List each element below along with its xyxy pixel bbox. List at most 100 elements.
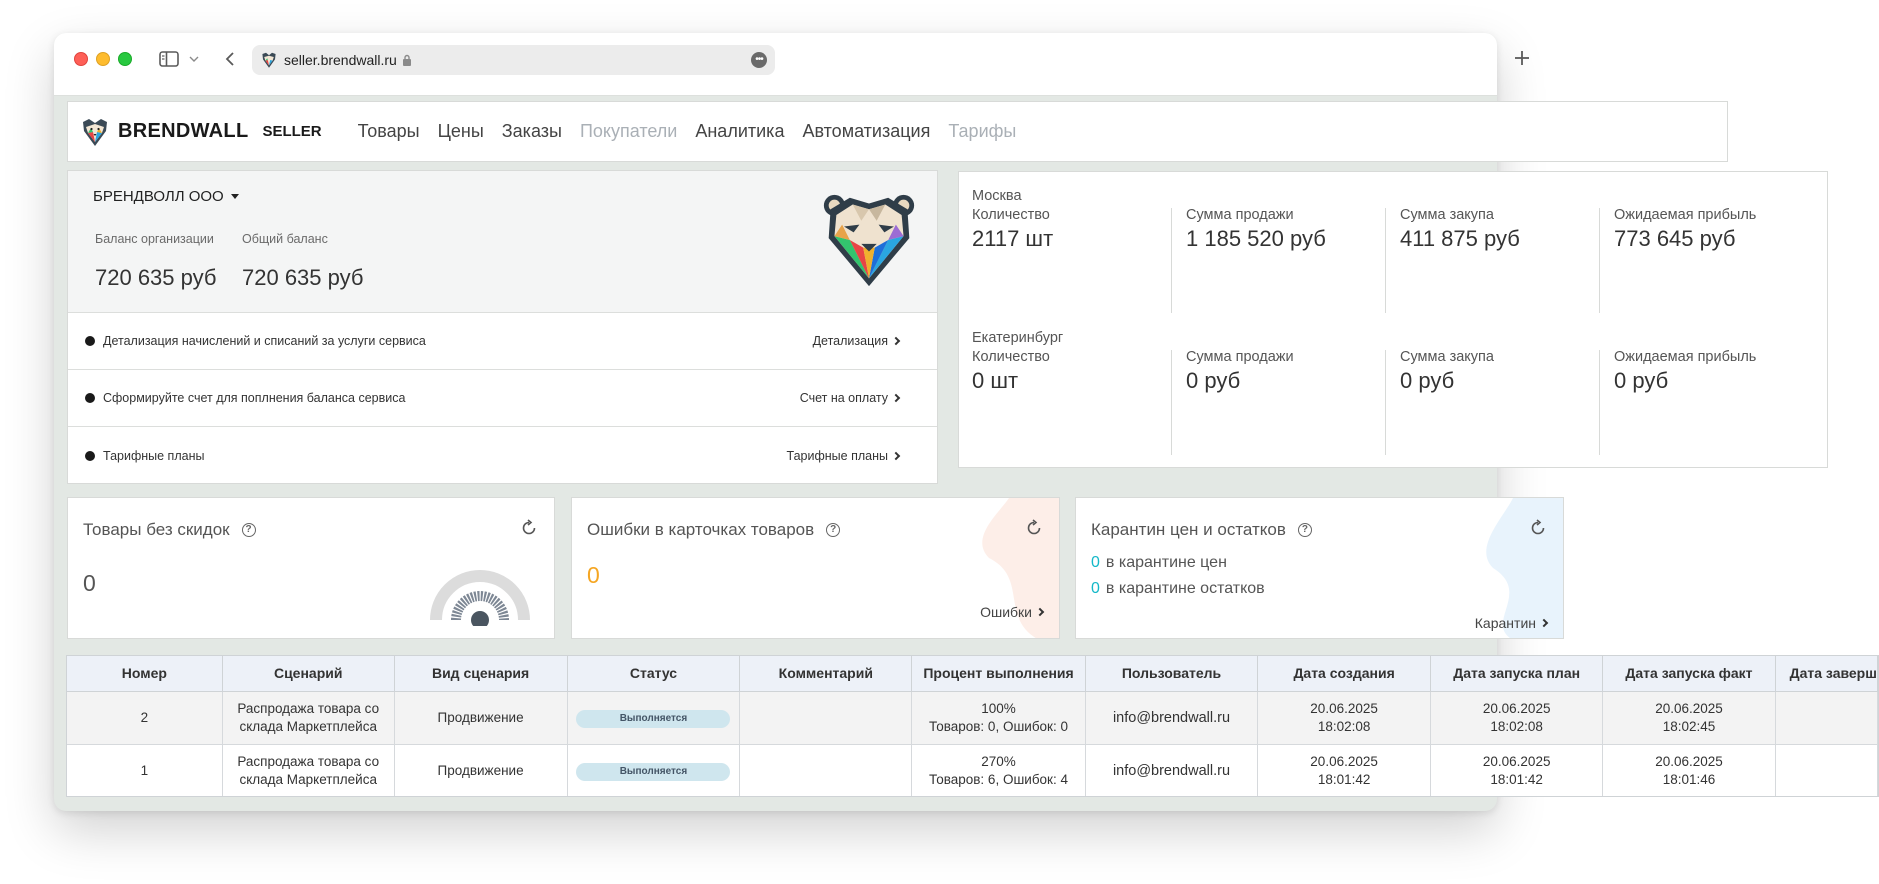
nav-item-analytics[interactable]: Аналитика xyxy=(695,121,784,142)
column-header[interactable]: Комментарий xyxy=(739,656,913,692)
help-icon[interactable]: ? xyxy=(826,523,841,537)
more-icon[interactable]: ••• xyxy=(751,52,767,68)
city-name: Москва xyxy=(972,188,1022,204)
stat-value: 1 185 520 руб xyxy=(1186,226,1326,251)
cell-created: 20.06.2025 18:01:42 xyxy=(1257,744,1432,796)
column-header[interactable]: Процент выполнения xyxy=(911,656,1086,692)
refresh-icon[interactable] xyxy=(520,519,538,537)
column-header[interactable]: Дата создания xyxy=(1257,656,1432,692)
bear-logo-icon xyxy=(83,118,107,146)
stat-label: Сумма закупа xyxy=(1400,207,1494,223)
chevron-down-icon[interactable] xyxy=(188,53,200,65)
org-selector[interactable]: БРЕНДВОЛЛ ООО xyxy=(93,188,239,205)
quarantine-stock-count: 0 xyxy=(1091,580,1100,597)
refresh-icon[interactable] xyxy=(1025,519,1043,537)
plan-date: 20.06.2025 xyxy=(1482,700,1551,716)
column-header[interactable]: Пользователь xyxy=(1085,656,1259,692)
stat-label: Ожидаемая прибыль xyxy=(1614,207,1757,223)
widget-value: 0 xyxy=(83,570,96,596)
cell-end xyxy=(1775,691,1878,745)
chevron-right-icon xyxy=(891,451,901,460)
widget-title: Карантин цен и остатков ? xyxy=(1091,520,1312,540)
balance-row-text: Детализация начислений и списаний за усл… xyxy=(103,334,426,348)
stat-sales-sum: Сумма продажи 1 185 520 руб xyxy=(1186,207,1386,252)
help-icon[interactable]: ? xyxy=(241,523,256,537)
quarantine-stock: 0 в карантине остатков xyxy=(1091,580,1265,598)
balance-row-text: Сформируйте счет для поплнения баланса с… xyxy=(103,391,406,405)
fact-time: 18:02:45 xyxy=(1662,718,1716,734)
maximize-window-button[interactable] xyxy=(118,52,132,66)
nav-item-customers: Покупатели xyxy=(579,121,678,141)
quarantine-link[interactable]: Карантин xyxy=(1475,615,1549,631)
url-text: seller.brendwall.ru xyxy=(284,52,397,68)
cell-scenario: Распродажа товара со склада Маркетплейса xyxy=(222,744,395,796)
created-time: 18:02:08 xyxy=(1317,718,1371,734)
percent-value: 270% xyxy=(981,753,1016,769)
stat-quantity: Количество 2117 шт xyxy=(972,207,1172,252)
invoice-link[interactable]: Счет на оплату xyxy=(799,391,901,405)
address-bar[interactable]: seller.brendwall.ru ••• xyxy=(252,45,775,75)
widget-no-discount: Товары без скидок ? 0 xyxy=(67,497,555,639)
nav-item-automation[interactable]: Автоматизация xyxy=(802,121,930,142)
stat-value: 0 руб xyxy=(1186,368,1241,393)
cell-number: 1 xyxy=(67,744,223,796)
back-icon[interactable] xyxy=(223,50,237,68)
column-header[interactable]: Дата запуска факт xyxy=(1602,656,1776,692)
chevron-right-icon xyxy=(1035,607,1045,617)
widget-value: 0 xyxy=(587,562,600,588)
column-header[interactable]: Дата заверш xyxy=(1775,656,1878,692)
details-link[interactable]: Детализация xyxy=(813,334,901,348)
errors-link[interactable]: Ошибки xyxy=(980,604,1045,620)
nav-item-prices[interactable]: Цены xyxy=(438,121,484,142)
nav-item-products[interactable]: Товары xyxy=(358,121,420,142)
city-name: Екатеринбург xyxy=(972,330,1064,346)
stat-label: Количество xyxy=(972,349,1050,365)
scenarios-grid: Номер Сценарий Вид сценария Статус Комме… xyxy=(67,656,1878,796)
refresh-icon[interactable] xyxy=(1529,519,1547,537)
minimize-window-button[interactable] xyxy=(96,52,110,66)
percent-detail: Товаров: 0, Ошибок: 0 xyxy=(929,718,1068,734)
new-tab-icon[interactable] xyxy=(1513,49,1531,67)
bear-logo-icon xyxy=(823,194,915,287)
created-date: 20.06.2025 xyxy=(1310,700,1378,716)
balance-row-tariffs: Тарифные планы Тарифные планы xyxy=(68,427,937,484)
percent-detail: Товаров: 6, Ошибок: 4 xyxy=(929,771,1068,787)
widget-card-errors: Ошибки в карточках товаров ? 0 Ошибки xyxy=(571,497,1060,639)
plan-time: 18:01:42 xyxy=(1490,771,1543,787)
column-header[interactable]: Статус xyxy=(567,656,741,692)
gauge-icon xyxy=(430,570,530,626)
close-window-button[interactable] xyxy=(74,52,88,66)
stat-purchase-sum: Сумма закупа 411 875 руб xyxy=(1400,207,1600,252)
cell-status: Выполняется xyxy=(567,744,741,796)
caret-down-icon xyxy=(230,194,239,199)
cell-number: 2 xyxy=(67,691,223,745)
quarantine-prices-count: 0 xyxy=(1091,554,1100,571)
table-row[interactable]: 1 Распродажа товара со склада Маркетплей… xyxy=(67,744,1878,796)
invoice-link-label: Счет на оплату xyxy=(799,391,888,405)
column-header[interactable]: Сценарий xyxy=(222,656,395,692)
sidebar-toggle-icon[interactable] xyxy=(158,49,180,69)
created-date: 20.06.2025 xyxy=(1310,753,1378,769)
table-row[interactable]: 2 Распродажа товара со склада Маркетплей… xyxy=(67,691,1878,745)
bear-logo-icon xyxy=(262,52,276,68)
brand[interactable]: BRENDWALL SELLER xyxy=(80,117,322,147)
divider xyxy=(1599,208,1600,313)
column-header[interactable]: Номер xyxy=(67,656,223,692)
chevron-right-icon xyxy=(891,336,901,346)
quarantine-prices: 0 в карантине цен xyxy=(1091,554,1227,572)
bullet-icon xyxy=(85,393,95,403)
cell-comment xyxy=(739,691,913,745)
fact-time: 18:01:46 xyxy=(1662,771,1716,787)
column-header[interactable]: Дата запуска план xyxy=(1430,656,1604,692)
bullet-icon xyxy=(85,336,95,346)
tariffs-link[interactable]: Тарифные планы xyxy=(787,449,901,463)
help-icon[interactable]: ? xyxy=(1297,523,1312,537)
column-header[interactable]: Вид сценария xyxy=(394,656,568,692)
main-nav: Товары Цены Заказы Покупатели Аналитика … xyxy=(358,121,1035,142)
nav-item-tariffs: Тарифы xyxy=(948,121,1017,141)
nav-item-orders[interactable]: Заказы xyxy=(502,121,562,142)
stat-label: Количество xyxy=(972,207,1050,223)
stat-quantity: Количество 0 шт xyxy=(972,349,1172,394)
cell-percent: 270% Товаров: 6, Ошибок: 4 xyxy=(911,744,1086,796)
stat-expected-profit: Ожидаемая прибыль 773 645 руб xyxy=(1614,207,1814,252)
